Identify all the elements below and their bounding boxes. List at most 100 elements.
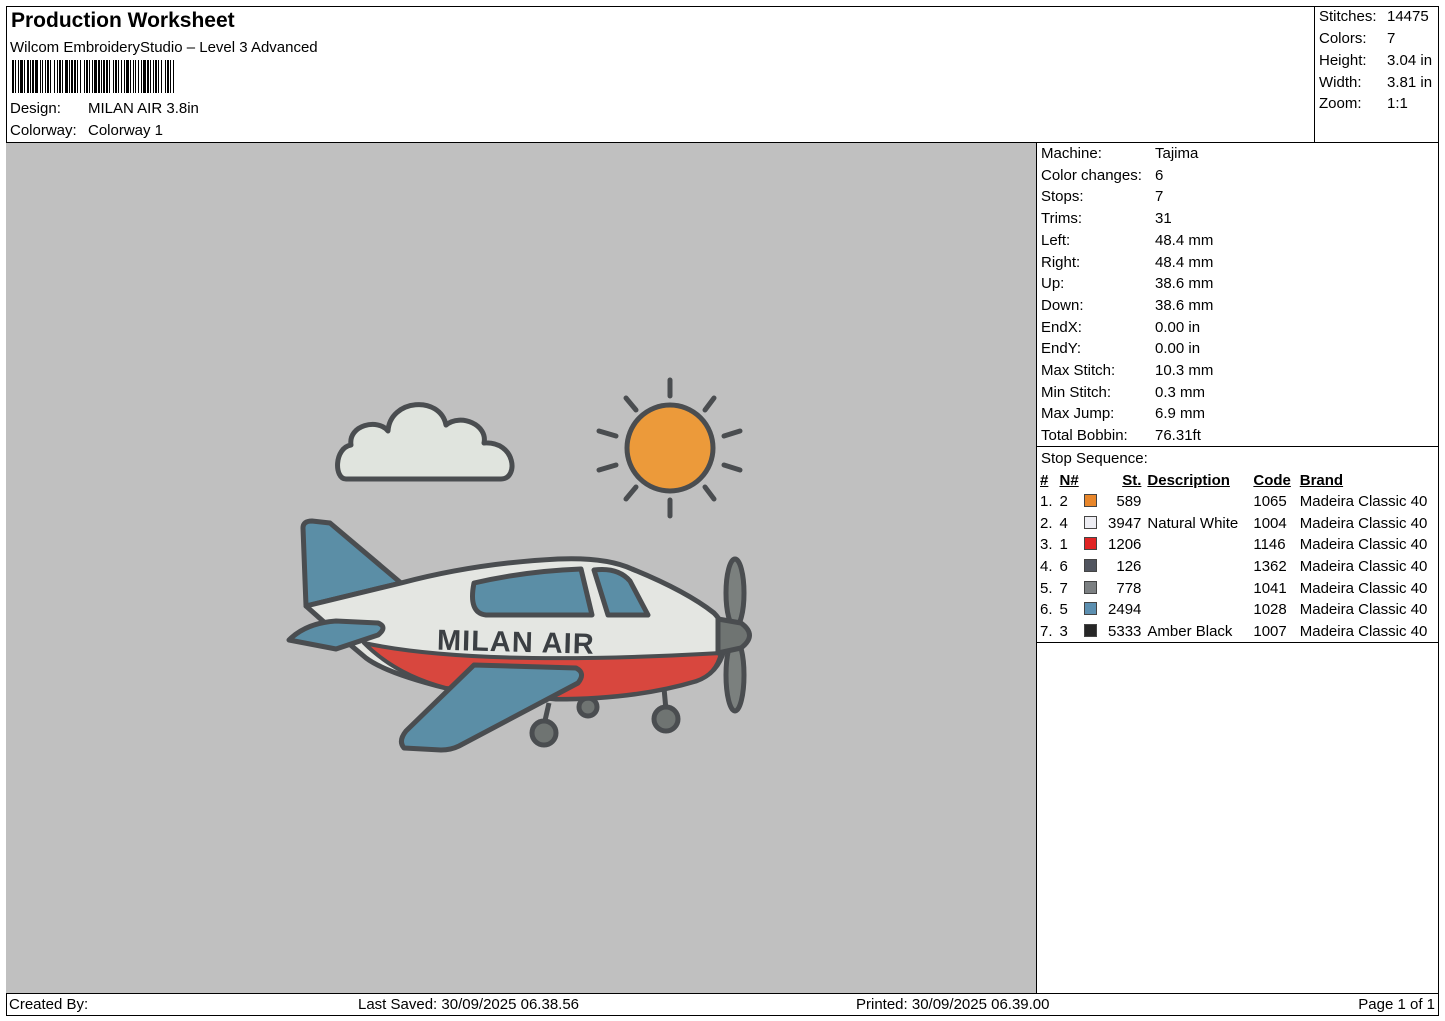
info-label: Trims: (1041, 210, 1083, 228)
info-value: 0.00 in (1155, 340, 1201, 358)
propeller-blade-top (723, 556, 747, 630)
page-title: Production Worksheet (11, 9, 235, 32)
design-preview-canvas: MILAN AIR (6, 143, 1037, 993)
thread-brand: Madeira Classic 40 (1299, 536, 1428, 554)
color-swatch-chip (1084, 602, 1098, 616)
machine-info-row: Max Stitch: 10.3 mm (1041, 362, 1213, 379)
row-index: 3. (1040, 536, 1053, 554)
needle-number: 7 (1059, 579, 1068, 597)
stat-label: Stitches: (1319, 8, 1377, 25)
info-value: 48.4 mm (1155, 253, 1214, 271)
needle-number: 1 (1059, 536, 1068, 554)
thread-brand: Madeira Classic 40 (1299, 558, 1428, 576)
info-label: Min Stitch: (1041, 383, 1112, 401)
barcode-image (12, 60, 308, 93)
info-value: 0.00 in (1155, 318, 1201, 336)
info-value: 6 (1155, 166, 1164, 184)
design-value: MILAN AIR 3.8in (88, 100, 199, 117)
machine-info-row: EndX: 0.00 in (1041, 319, 1200, 336)
row-index: 6. (1040, 601, 1053, 619)
thread-code: 1004 (1253, 514, 1287, 532)
thread-code: 1028 (1253, 601, 1287, 619)
stat-value: 14475 (1387, 8, 1429, 25)
machine-info-row: Machine: Tajima (1041, 145, 1198, 162)
color-swatch-chip (1084, 537, 1098, 551)
worksheet-footer: Created By: Last Saved: 30/09/2025 06.38… (6, 993, 1439, 1016)
info-value: Tajima (1155, 145, 1199, 162)
color-swatch (1084, 599, 1102, 621)
stitch-count: 1206 (1108, 536, 1142, 554)
row-index: 2. (1040, 514, 1053, 532)
col-description: Description (1147, 472, 1230, 489)
color-swatch-chip (1084, 515, 1098, 529)
worksheet-header: Production Worksheet Wilcom EmbroiderySt… (6, 6, 1315, 143)
embroidery-design: MILAN AIR (286, 377, 752, 753)
sun-graphic (596, 377, 743, 519)
thread-description (1147, 599, 1253, 621)
stitch-count: 126 (1116, 558, 1142, 576)
page-number: Page 1 of 1 (1358, 996, 1435, 1013)
stat-value: 3.81 in (1387, 74, 1433, 91)
color-swatch (1084, 513, 1102, 535)
needle-number: 3 (1059, 622, 1068, 640)
needle-number: 6 (1059, 558, 1068, 576)
row-index: 1. (1040, 493, 1053, 511)
machine-info-row: Trims: 31 (1041, 210, 1172, 227)
stat-value: 1:1 (1387, 95, 1408, 112)
table-row: 5. 7 778 1041 Madeira Classic 40 (1040, 577, 1439, 599)
design-row: Design: MILAN AIR 3.8in (10, 100, 199, 117)
info-value: 38.6 mm (1155, 296, 1214, 314)
color-swatch (1084, 491, 1102, 513)
row-index: 5. (1040, 579, 1053, 597)
info-label: Max Stitch: (1041, 362, 1116, 379)
thread-brand: Madeira Classic 40 (1299, 601, 1428, 619)
info-value: 76.31ft (1155, 427, 1201, 445)
barcode-bar (174, 60, 177, 93)
thread-description (1147, 577, 1253, 599)
thread-code: 1146 (1253, 536, 1286, 554)
info-value: 6.9 mm (1155, 405, 1206, 423)
stat-colors: Colors: 7 (1319, 30, 1395, 47)
printed-date: Printed: 30/09/2025 06.39.00 (856, 996, 1050, 1013)
table-row: 6. 5 2494 1028 Madeira Classic 40 (1040, 599, 1439, 621)
info-label: Up: (1041, 275, 1065, 293)
last-saved: Last Saved: 30/09/2025 06.38.56 (358, 996, 580, 1013)
thread-description: Amber Black (1147, 622, 1233, 640)
table-header-row: # N# St. Description Code Brand (1040, 470, 1439, 491)
stat-width: Width: 3.81 in (1319, 74, 1432, 91)
stitch-count: 589 (1116, 493, 1142, 511)
col-idx: # (1040, 472, 1049, 489)
col-swatch (1084, 470, 1102, 491)
col-stitches: St. (1122, 472, 1142, 489)
propeller-spinner (715, 616, 752, 656)
info-value: 10.3 mm (1155, 362, 1214, 379)
cloud-shape (335, 402, 515, 482)
info-label: Max Jump: (1041, 405, 1115, 423)
thread-brand: Madeira Classic 40 (1299, 579, 1428, 597)
design-label: Design: (10, 100, 61, 117)
info-label: EndY: (1041, 340, 1082, 358)
info-value: 31 (1155, 210, 1172, 228)
table-row: 7. 3 5333 Amber Black 1007 Madeira Classic 40 (1040, 621, 1439, 643)
table-row: 4. 6 126 1362 Madeira Classic 40 (1040, 556, 1439, 578)
info-value: 38.6 mm (1155, 275, 1214, 293)
info-label: Right: (1041, 253, 1081, 271)
info-value: 48.4 mm (1155, 231, 1214, 249)
stat-value: 7 (1387, 30, 1396, 47)
airplane-label: MILAN AIR (437, 625, 596, 661)
info-label: Total Bobbin: (1041, 427, 1128, 445)
stitch-count: 3947 (1108, 514, 1142, 532)
stop-sequence-caption: Stop Sequence: (1041, 450, 1148, 467)
thread-brand: Madeira Classic 40 (1299, 514, 1428, 532)
col-n: N# (1059, 472, 1079, 489)
info-label: EndX: (1041, 318, 1082, 336)
color-swatch (1084, 621, 1102, 643)
needle-number: 5 (1059, 601, 1068, 619)
stop-sequence-table: # N# St. Description Code Brand 1. 2 589 10… (1040, 470, 1439, 642)
info-value: 0.3 mm (1155, 383, 1206, 401)
stitch-count: 778 (1116, 579, 1142, 597)
software-name: Wilcom EmbroideryStudio – Level 3 Advanc… (10, 39, 318, 56)
stat-height: Height: 3.04 in (1319, 52, 1432, 69)
color-swatch-chip (1084, 494, 1098, 508)
info-label: Color changes: (1041, 166, 1142, 184)
